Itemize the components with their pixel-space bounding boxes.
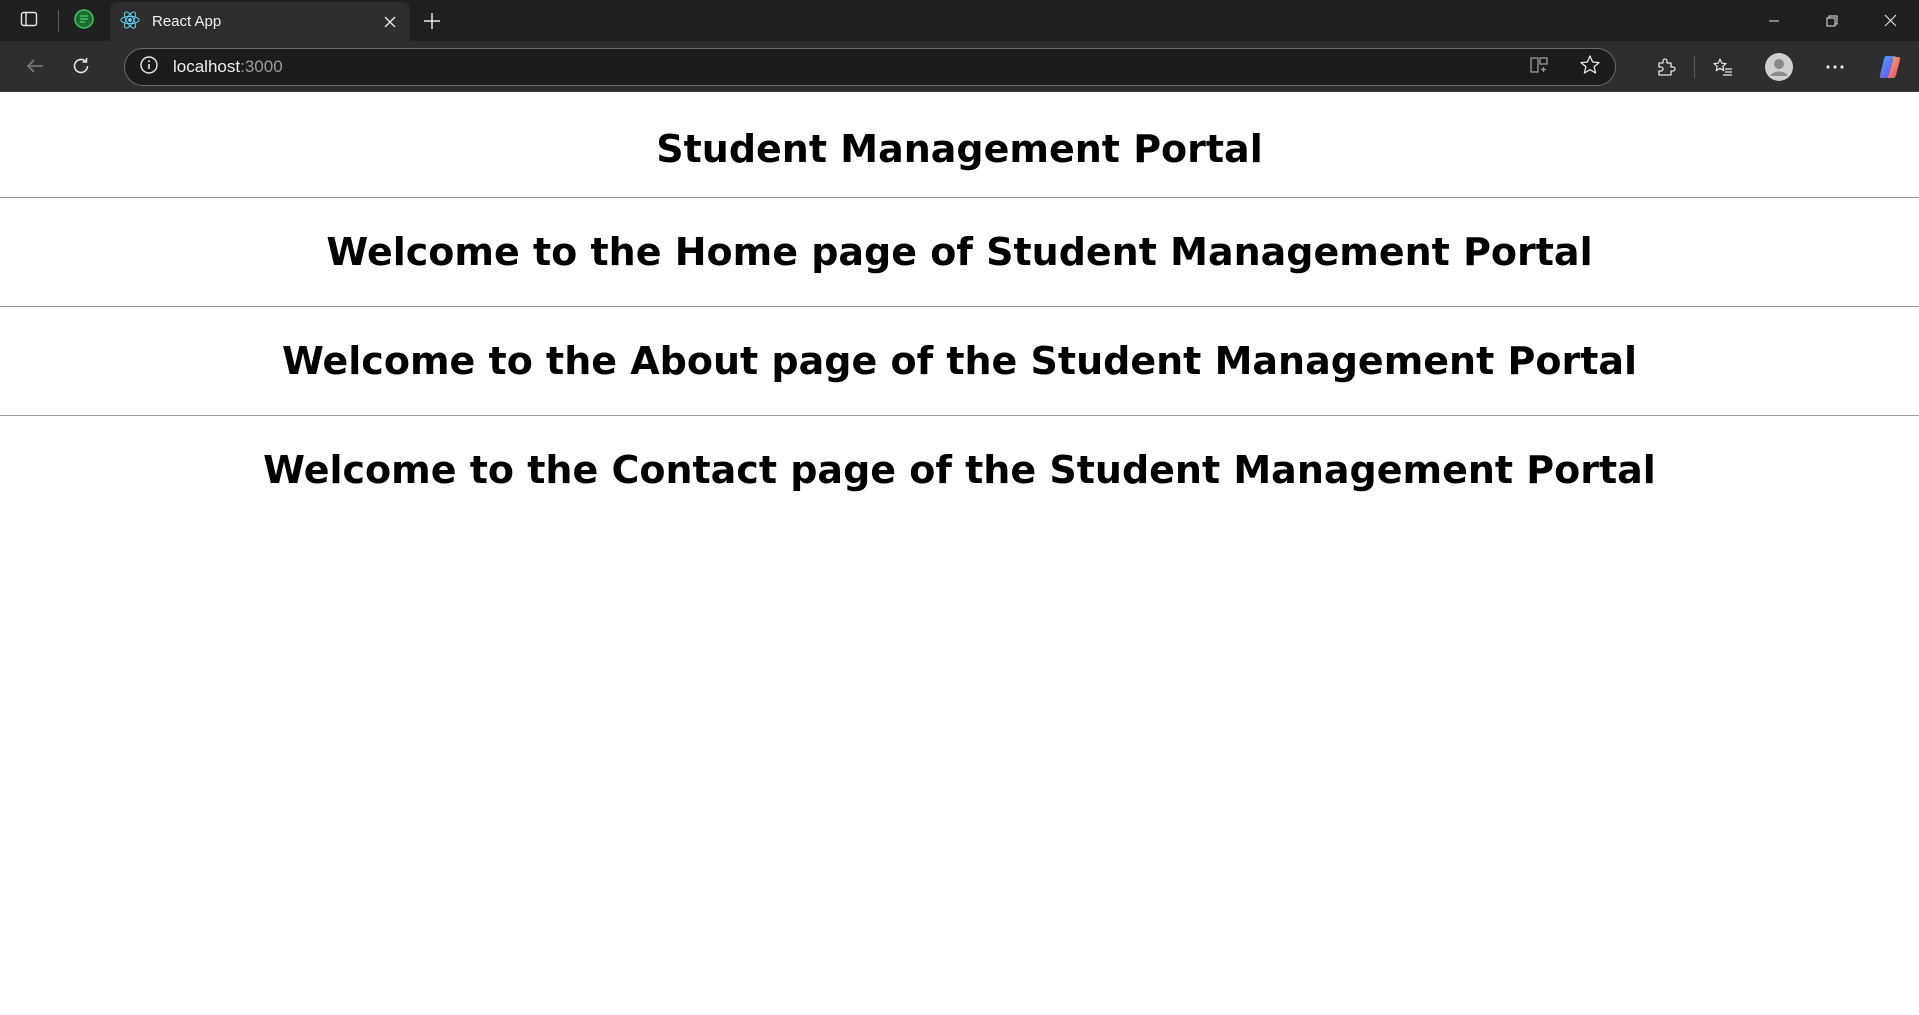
copilot-icon: [1879, 55, 1901, 78]
new-tab-button[interactable]: [416, 5, 448, 37]
toolbar-right: [1638, 41, 1919, 92]
copilot-button[interactable]: [1863, 41, 1919, 92]
tab-strip: React App: [0, 0, 1919, 41]
close-icon: [384, 16, 396, 27]
address-bar[interactable]: localhost:3000: [124, 48, 1616, 86]
profile-button[interactable]: [1751, 41, 1807, 92]
favorites-list-icon: [1713, 57, 1732, 76]
more-button[interactable]: [1807, 41, 1863, 92]
browser-toolbar: localhost:3000: [0, 41, 1919, 92]
home-welcome-message: Welcome to the Home page of Student Mana…: [326, 230, 1593, 274]
tab-actions-icon: [20, 10, 38, 32]
back-arrow-icon: [26, 59, 43, 73]
tab-actions-button[interactable]: [0, 0, 58, 41]
close-icon: [1884, 14, 1896, 27]
contact-welcome-message: Welcome to the Contact page of the Stude…: [263, 448, 1656, 492]
chat-app-icon: [73, 8, 95, 34]
refresh-button[interactable]: [61, 46, 101, 86]
split-screen-icon[interactable]: [1529, 55, 1549, 79]
profile-icon: [1765, 52, 1793, 81]
page-title: Student Management Portal: [656, 127, 1263, 171]
extensions-button[interactable]: [1638, 41, 1694, 92]
page-viewport: Student Management Portal Welcome to the…: [0, 93, 1919, 1015]
back-button[interactable]: [15, 46, 55, 86]
refresh-icon: [73, 58, 89, 74]
puzzle-icon: [1658, 57, 1676, 76]
url-port: :3000: [240, 57, 283, 76]
restore-button[interactable]: [1803, 0, 1861, 41]
favorites-button[interactable]: [1695, 41, 1751, 92]
url-host: localhost: [173, 57, 241, 76]
browser-window: React App localhost:3000 Student Manage…: [0, 0, 1919, 1015]
about-welcome-message: Welcome to the About page of the Student…: [281, 339, 1638, 383]
pinned-tab[interactable]: [59, 0, 109, 41]
minimize-button[interactable]: [1745, 0, 1803, 41]
active-tab[interactable]: React App: [110, 2, 410, 41]
tab-title: React App: [152, 13, 222, 30]
tab-close-button[interactable]: [380, 12, 400, 32]
more-icon: [1826, 64, 1844, 69]
minimize-icon: [1769, 20, 1779, 21]
window-controls: [1745, 0, 1919, 41]
close-window-button[interactable]: [1861, 0, 1919, 41]
address-bar-actions: [1529, 54, 1601, 80]
star-icon[interactable]: [1579, 54, 1601, 80]
info-icon[interactable]: [139, 55, 159, 79]
plus-icon: [424, 13, 440, 29]
react-logo-icon: [120, 10, 140, 34]
restore-icon: [1826, 15, 1838, 26]
